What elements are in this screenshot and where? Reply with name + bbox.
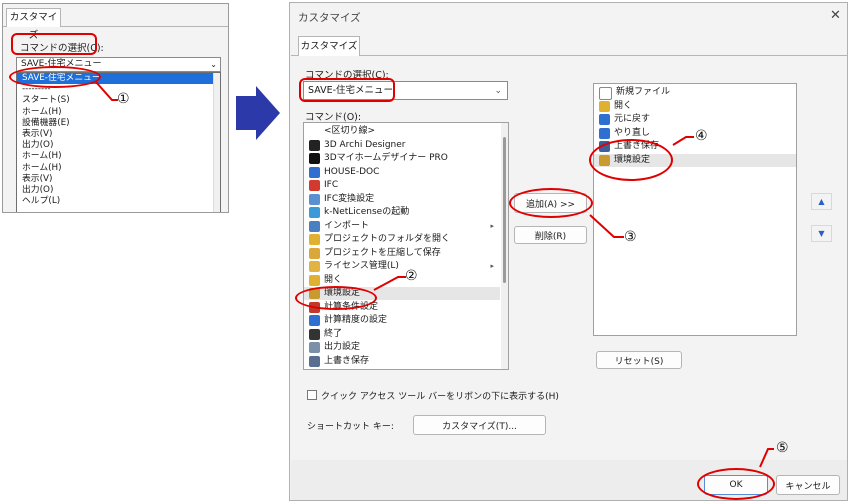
snippet-dropdown-item[interactable]: 出力(O) [17,185,220,196]
snippet-dropdown-item[interactable]: 表示(V) [17,174,220,185]
chevron-down-icon: ⌄ [210,60,217,69]
snippet-scrollbar[interactable] [213,73,220,212]
customize-dialog: カスタマイズ ✕ カスタマイズ コマンドの選択(C): SAVE-住宅メニュー … [289,2,848,501]
arrow-right-icon [236,86,280,140]
snippet-dropdown-item[interactable]: ヘルプ(L) [17,196,220,207]
snippet-dropdown-item[interactable]: ホーム(H) [17,163,220,174]
snippet-dropdown-item[interactable]: ホーム(H) [17,151,220,162]
annotation-number-2: ② [405,268,418,284]
snippet-dropdown-item[interactable]: 出力(O) [17,140,220,151]
annotation-number-1: ① [117,91,130,107]
annotation-number-3: ③ [624,229,637,245]
annotation-number-4: ④ [695,128,708,144]
annotation-number-5: ⑤ [776,440,789,456]
tab-customize[interactable]: カスタマイズ [298,36,360,56]
annotation-leaders [373,136,774,468]
snippet-dropdown-item[interactable]: 表示(V) [17,129,220,140]
